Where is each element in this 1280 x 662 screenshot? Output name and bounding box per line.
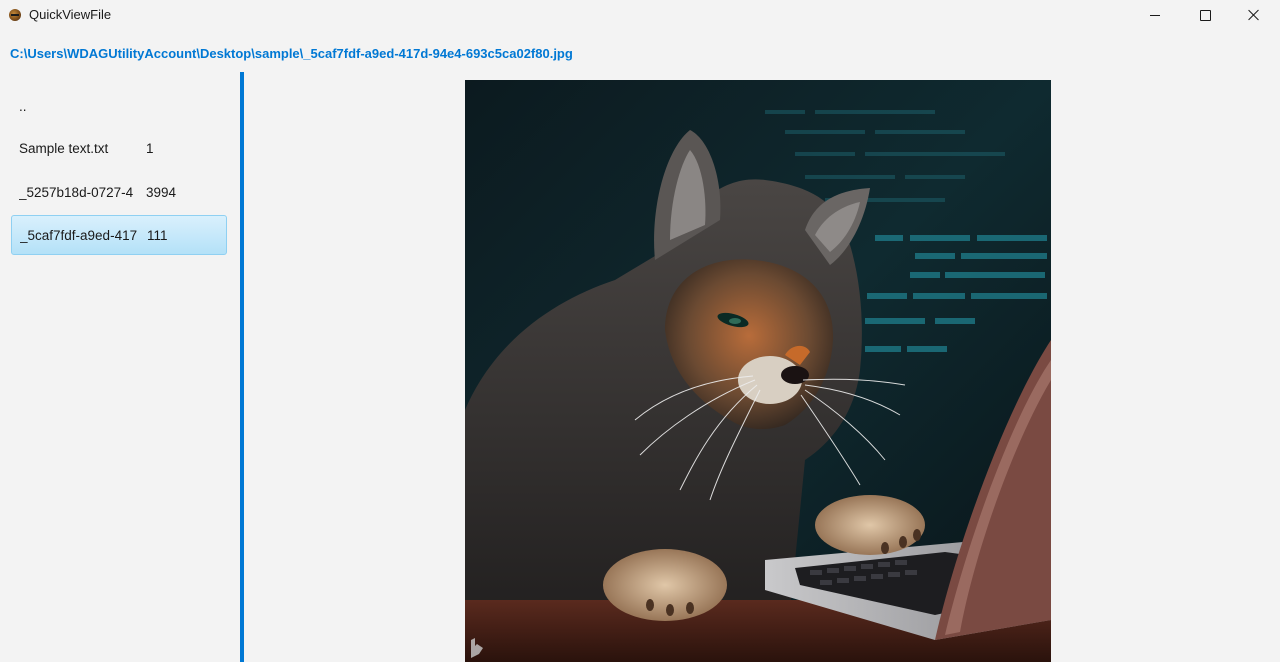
- file-list-item[interactable]: _5257b18d-0727-4 3994: [11, 172, 227, 212]
- close-button[interactable]: [1231, 0, 1277, 30]
- file-name: _5caf7fdf-a9ed-417: [20, 227, 138, 243]
- file-name: _5257b18d-0727-4: [19, 184, 134, 200]
- file-name: ..: [19, 98, 27, 114]
- title-bar[interactable]: QuickViewFile: [0, 0, 1280, 30]
- file-list-item-parent[interactable]: ..: [11, 86, 227, 126]
- file-size: 1: [146, 140, 154, 156]
- window-title: QuickViewFile: [29, 7, 112, 22]
- maximize-icon: [1199, 9, 1211, 21]
- preview-pane: [244, 72, 1280, 662]
- current-file-path: C:\Users\WDAGUtilityAccount\Desktop\samp…: [10, 46, 573, 61]
- maximize-button[interactable]: [1182, 0, 1228, 30]
- file-size: 3994: [146, 184, 177, 200]
- app-icon: [9, 9, 21, 21]
- file-size: 111: [147, 227, 168, 243]
- file-list: .. Sample text.txt 1 _5257b18d-0727-4 39…: [0, 72, 240, 662]
- close-icon: [1248, 9, 1260, 21]
- minimize-icon: [1150, 14, 1160, 16]
- image-preview: [465, 80, 1051, 662]
- file-list-item[interactable]: Sample text.txt 1: [11, 128, 227, 168]
- hacker-cat-image: [465, 80, 1051, 662]
- minimize-button[interactable]: [1132, 0, 1178, 30]
- file-name: Sample text.txt: [19, 140, 109, 156]
- app-window: QuickViewFile C:\Users\WDAGUtilityAccoun…: [0, 0, 1280, 662]
- file-list-item-selected[interactable]: _5caf7fdf-a9ed-417 111: [11, 215, 227, 255]
